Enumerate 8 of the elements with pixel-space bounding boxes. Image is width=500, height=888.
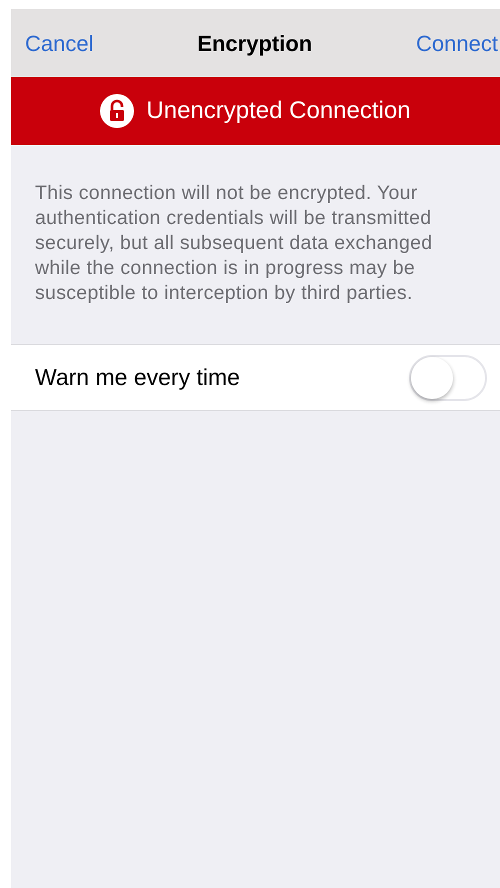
banner-text: Unencrypted Connection — [146, 96, 411, 126]
unlocked-padlock-icon — [100, 94, 134, 128]
setting-label: Warn me every time — [35, 363, 240, 392]
connect-button[interactable]: Connect — [416, 26, 498, 60]
cancel-button[interactable]: Cancel — [25, 26, 94, 60]
description-text: This connection will not be encrypted. Your authentication credentials will be transmitted securely, but all subsequent data exchanged while the connection is in progress may be susceptible to interception by third parties. — [34, 181, 434, 306]
toggle-switch[interactable] — [409, 354, 487, 400]
nav-title: Encryption — [197, 30, 312, 58]
